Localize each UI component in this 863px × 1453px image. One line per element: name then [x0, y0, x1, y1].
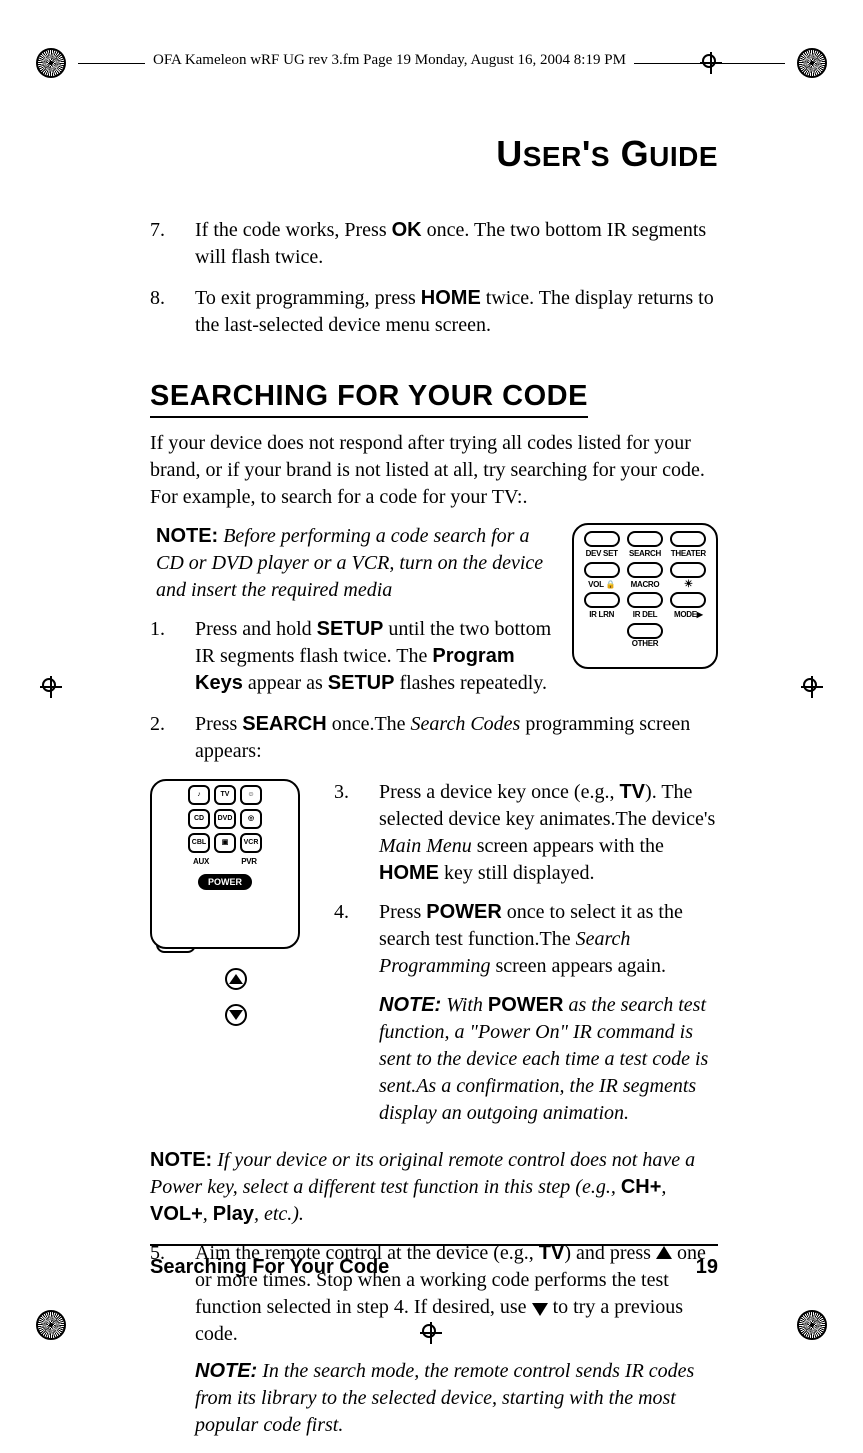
page-header-meta: OFA Kameleon wRF UG rev 3.fm Page 19 Mon… — [145, 50, 634, 70]
note-test-function: NOTE: If your device or its original rem… — [150, 1147, 718, 1228]
search-step-3: 3. Press a device key once (e.g., TV). T… — [334, 779, 718, 887]
down-arrow-icon — [532, 1303, 548, 1316]
step-7: 7. If the code works, Press OK once. The… — [150, 217, 718, 271]
search-step-4: 4. Press POWER once to select it as the … — [334, 899, 718, 980]
intro-paragraph: If your device does not respond after tr… — [150, 430, 718, 511]
step-number: 4. — [334, 899, 379, 980]
printer-rosette — [797, 48, 827, 78]
page-number: 19 — [696, 1254, 718, 1281]
footer-section-title: Searching For Your Code — [150, 1254, 389, 1281]
step-text: To exit programming, press HOME twice. T… — [195, 285, 718, 339]
section-heading: SEARCHING FOR YOUR CODE — [150, 377, 588, 418]
registration-mark — [801, 676, 823, 698]
program-keys-figure: DEV SETSEARCHTHEATER VOL 🔒MACRO☀ IR LRNI… — [572, 523, 718, 669]
step-text: Press a device key once (e.g., TV). The … — [379, 779, 718, 887]
printer-rosette — [36, 1310, 66, 1340]
step-text: If the code works, Press OK once. The tw… — [195, 217, 718, 271]
step-number: 2. — [150, 711, 195, 765]
footer-rule — [150, 1244, 718, 1246]
step-number: 8. — [150, 285, 195, 339]
step-8: 8. To exit programming, press HOME twice… — [150, 285, 718, 339]
step-number: 1. — [150, 616, 195, 697]
search-step-1: 1. Press and hold SETUP until the two bo… — [150, 616, 558, 697]
document-title: USER'S GUIDE — [150, 130, 718, 179]
step-number: 3. — [334, 779, 379, 887]
registration-mark — [40, 676, 62, 698]
step4-note: NOTE: With POWER as the search test func… — [379, 992, 718, 1127]
down-arrow-icon — [225, 1004, 247, 1026]
step-text: Press POWER once to select it as the sea… — [379, 899, 718, 980]
printer-rosette — [36, 48, 66, 78]
step-text: Press SEARCH once.The Search Codes progr… — [195, 711, 718, 765]
up-arrow-icon — [225, 968, 247, 990]
printer-rosette — [797, 1310, 827, 1340]
device-keys-figure: ♪TV☺ CDDVD◎ CBL▣VCR AUXPVR POWER HOME — [150, 779, 322, 1137]
search-step-2: 2. Press SEARCH once.The Search Codes pr… — [150, 711, 718, 765]
step-number: 7. — [150, 217, 195, 271]
step-text: Press and hold SETUP until the two botto… — [195, 616, 558, 697]
